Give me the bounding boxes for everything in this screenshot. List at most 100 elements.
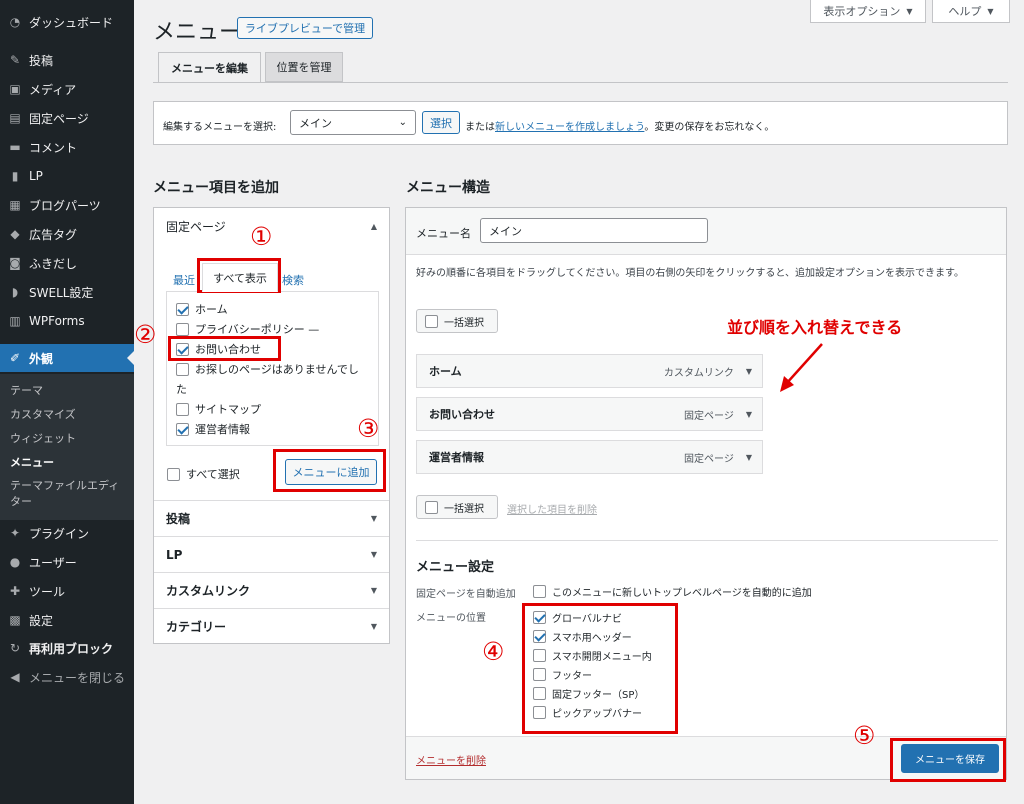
caret-down-icon: ▼ (370, 550, 377, 559)
caret-down-icon[interactable]: ▼ (746, 367, 752, 376)
menu-posts[interactable]: ✎ 投稿 (0, 46, 134, 74)
location-pickup-banner[interactable]: ピックアップバナー (533, 705, 642, 720)
select-all-pages[interactable]: すべて選択 (167, 466, 240, 482)
menu-item-contact[interactable]: お問い合わせ 固定ページ ▼ (416, 397, 763, 431)
checkbox[interactable] (176, 402, 189, 416)
caret-down-icon: ▼ (906, 6, 913, 16)
menu-settings[interactable]: ▩ 設定 (0, 606, 134, 634)
screen-options-button[interactable]: 表示オプション ▼ (810, 0, 926, 23)
create-menu-link[interactable]: 新しいメニューを作成しましょう (495, 122, 644, 133)
delete-menu-link[interactable]: メニューを削除 (416, 752, 486, 767)
submenu-menus[interactable]: メニュー (0, 450, 134, 474)
location-fixed-footer[interactable]: 固定フッター（SP） (533, 686, 644, 701)
menu-media[interactable]: ▣ メディア (0, 75, 134, 103)
checkbox[interactable] (533, 630, 546, 643)
accordion-custom-link[interactable]: カスタムリンク ▼ (154, 572, 389, 608)
page-item-sitemap[interactable]: サイトマップ (176, 401, 261, 417)
annotation-number-2: ② (134, 320, 157, 349)
menu-tools[interactable]: ✚ ツール (0, 577, 134, 605)
menu-blog-parts[interactable]: ▦ ブログパーツ (0, 191, 134, 219)
plugin-icon: ✦ (9, 526, 21, 540)
add-to-menu-button[interactable]: メニューに追加 (285, 459, 377, 485)
menu-dashboard[interactable]: ◔ ダッシュボード (0, 8, 134, 36)
location-global-nav[interactable]: グローバルナビ (533, 610, 622, 625)
checkbox[interactable] (167, 467, 180, 481)
menu-reusable-blocks[interactable]: ↻ 再利用ブロック (0, 634, 134, 662)
menu-pages[interactable]: ▤ 固定ページ (0, 104, 134, 132)
tab-manage-locations[interactable]: 位置を管理 (265, 52, 343, 82)
auto-add-checkbox[interactable]: このメニューに新しいトップレベルページを自動的に追加 (533, 584, 812, 599)
menu-name-label: メニュー名 (416, 227, 471, 240)
page-item-privacy[interactable]: プライバシーポリシー — (176, 321, 319, 337)
accordion-posts[interactable]: 投稿 ▼ (154, 500, 389, 536)
menu-name-input[interactable]: メイン (480, 218, 708, 243)
checkbox[interactable] (176, 362, 189, 376)
save-menu-button[interactable]: メニューを保存 (901, 744, 999, 773)
menu-settings-heading: メニュー設定 (416, 560, 495, 575)
auto-add-label: 固定ページを自動追加 (416, 589, 516, 600)
tab-view-all[interactable]: すべて表示 (202, 263, 278, 292)
menu-swell[interactable]: ◗ SWELL設定 (0, 278, 134, 306)
submenu-customize[interactable]: カスタマイズ (0, 402, 134, 426)
page-item-contact[interactable]: お問い合わせ (176, 341, 261, 357)
annotation-arrow-icon (780, 343, 823, 392)
location-footer[interactable]: フッター (533, 667, 592, 682)
checkbox[interactable] (533, 585, 546, 598)
submenu-widgets[interactable]: ウィジェット (0, 426, 134, 450)
lp-icon: ▮ (11, 169, 19, 183)
menu-plugins[interactable]: ✦ プラグイン (0, 519, 134, 547)
appearance-submenu: テーマ カスタマイズ ウィジェット メニュー テーマファイルエディ ター (0, 374, 134, 520)
checkbox[interactable] (176, 342, 189, 356)
menu-select-dropdown[interactable]: メイン ⌄ (290, 110, 416, 135)
settings-icon: ▩ (9, 613, 21, 627)
select-menu-label: 編集するメニューを選択: (163, 122, 277, 133)
menu-structure-heading: メニュー構造 (406, 180, 490, 196)
accordion-lp[interactable]: LP ▼ (154, 536, 389, 572)
submenu-theme[interactable]: テーマ (0, 378, 134, 402)
select-menu-button[interactable]: 選択 (422, 111, 460, 134)
checkbox[interactable] (176, 302, 189, 316)
page-item-not-found-wrap: た (176, 383, 187, 396)
page-item-not-found[interactable]: お探しのページはありませんでし (176, 361, 359, 377)
bulk-select-top[interactable]: 一括選択 (416, 309, 498, 333)
menu-item-about[interactable]: 運営者情報 固定ページ ▼ (416, 440, 763, 474)
location-sp-drawer[interactable]: スマホ開閉メニュー内 (533, 648, 652, 663)
checkbox[interactable] (533, 687, 546, 700)
location-sp-header[interactable]: スマホ用ヘッダー (533, 629, 632, 644)
menu-collapse[interactable]: ◀ メニューを閉じる (0, 663, 134, 691)
checkbox[interactable] (176, 322, 189, 336)
checkbox (425, 500, 438, 514)
reuse-icon: ↻ (9, 641, 21, 655)
menu-users[interactable]: ● ユーザー (0, 548, 134, 576)
checkbox[interactable] (176, 422, 189, 436)
checkbox[interactable] (533, 668, 546, 681)
menu-appearance[interactable]: ✐ 外観 (0, 344, 134, 372)
bulk-select-bottom[interactable]: 一括選択 (416, 495, 498, 519)
page-item-home[interactable]: ホーム (176, 301, 228, 317)
menu-wpforms[interactable]: ▥ WPForms (0, 307, 134, 335)
caret-down-icon[interactable]: ▼ (746, 453, 752, 462)
add-items-panel: 固定ページ ▲ 最近 すべて表示 検索 ホーム プライバシーポリシー — お問い合… (153, 207, 390, 644)
menu-ad-tags[interactable]: ◆ 広告タグ (0, 220, 134, 248)
locations-label: メニューの位置 (416, 613, 486, 624)
tab-recent[interactable]: 最近 (173, 272, 195, 288)
menu-select-bar: 編集するメニューを選択: メイン ⌄ 選択 または新しいメニューを作成しましょう。… (153, 101, 1008, 145)
submenu-theme-editor[interactable]: テーマファイルエディ ター (0, 478, 134, 510)
checkbox[interactable] (533, 611, 546, 624)
remove-selected-link[interactable]: 選択した項目を削除 (507, 501, 597, 516)
help-button[interactable]: ヘルプ ▼ (932, 0, 1010, 23)
divider (416, 540, 998, 541)
tab-edit-menus[interactable]: メニューを編集 (158, 52, 261, 83)
menu-comments[interactable]: ▬ コメント (0, 133, 134, 161)
menu-fukidashi[interactable]: ◙ ふきだし (0, 249, 134, 277)
page-item-about[interactable]: 運営者情報 (176, 421, 250, 437)
menu-lp[interactable]: ▮ LP (0, 162, 134, 190)
tab-search[interactable]: 検索 (282, 272, 304, 288)
accordion-categories[interactable]: カテゴリー ▼ (154, 608, 389, 644)
menu-item-home[interactable]: ホーム カスタムリンク ▼ (416, 354, 763, 388)
caret-down-icon[interactable]: ▼ (746, 410, 752, 419)
checkbox[interactable] (533, 706, 546, 719)
checkbox[interactable] (533, 649, 546, 662)
live-preview-button[interactable]: ライブプレビューで管理 (237, 17, 373, 39)
add-items-heading: メニュー項目を追加 (153, 180, 279, 196)
